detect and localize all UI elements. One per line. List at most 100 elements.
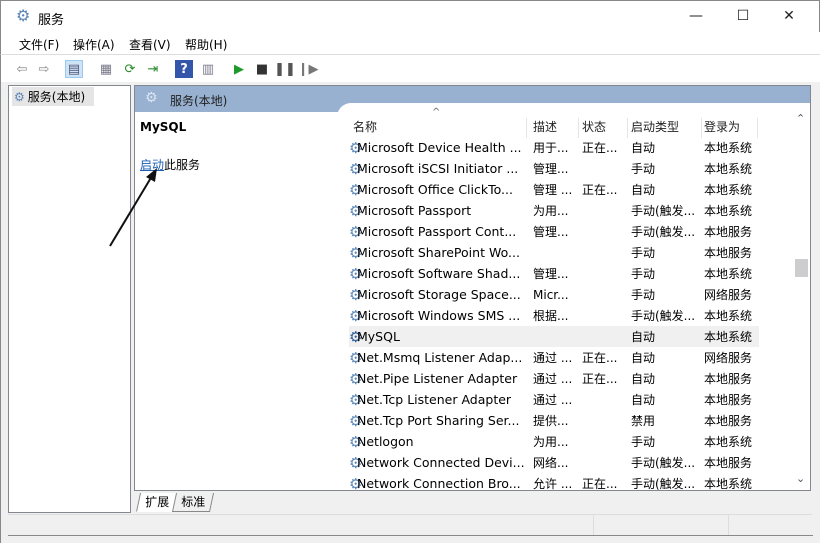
service-row[interactable]: ⚙ Network Connected Devi... 网络... 手动(触发... 本… <box>349 452 759 473</box>
service-logon-as: 网络服务 <box>704 288 753 302</box>
scrollbar-thumb[interactable] <box>795 259 808 277</box>
column-header-status[interactable]: 状态 <box>580 118 628 138</box>
console-icon[interactable]: ▥ <box>199 60 217 78</box>
annotation-arrow <box>109 168 157 247</box>
close-button[interactable]: ✕ <box>766 1 812 31</box>
service-name: Microsoft Windows SMS ... <box>357 308 521 323</box>
column-header-name[interactable]: 名称 <box>351 118 527 138</box>
menu-view[interactable]: 查看(V) <box>129 36 171 53</box>
minimize-button[interactable]: — <box>673 1 719 31</box>
service-row[interactable]: ⚙ Microsoft Passport Cont... 管理... 手动(触发...… <box>349 221 759 242</box>
properties-icon[interactable]: ▦ <box>97 60 115 78</box>
column-header-startup-type[interactable]: 启动类型 <box>629 118 702 138</box>
scroll-up-icon[interactable]: ⌃ <box>796 112 805 125</box>
service-row[interactable]: ⚙ Microsoft SharePoint Wo... 手动 本地服务 <box>349 242 759 263</box>
menu-file[interactable]: 文件(F) <box>19 36 59 53</box>
service-description: Micr... <box>533 287 569 302</box>
service-row[interactable]: ⚙ Net.Pipe Listener Adapter 通过 ... 正在... 自动本… <box>349 368 759 389</box>
service-row[interactable]: ⚙ Microsoft Passport 为用... 手动(触发... 本地系统 <box>349 200 759 221</box>
service-description: 提供... <box>533 414 569 428</box>
service-startup-type: 手动 <box>631 246 656 260</box>
service-description: 为用... <box>533 435 569 449</box>
service-name: Netlogon <box>357 434 414 449</box>
service-name: Microsoft Passport Cont... <box>357 224 517 239</box>
panel-header-title: 服务(本地) <box>170 94 228 108</box>
services-gear-icon: ⚙ <box>16 6 31 25</box>
service-logon-as: 本地服务 <box>704 414 753 428</box>
service-startup-type: 禁用 <box>631 414 656 428</box>
service-row[interactable]: ⚙ Microsoft Software Shad... 管理... 手动 本地系统 <box>349 263 759 284</box>
stop-icon[interactable]: ■ <box>253 60 271 78</box>
service-logon-as: 本地服务 <box>704 246 753 260</box>
play-icon[interactable]: ▶ <box>230 60 248 78</box>
tab-standard-label: 标准 <box>181 495 206 509</box>
services-list: ^ 名称 描述 状态 启动类型 登录为 ⚙ Microsoft Device He… <box>337 103 810 490</box>
resume-icon[interactable]: ❙▶ <box>298 60 319 78</box>
gear-icon: ⚙ <box>145 90 158 106</box>
service-row[interactable]: ⚙ Netlogon 为用... 手动 本地系统 <box>349 431 759 452</box>
menu-bar: 文件(F) 操作(A) 查看(V) 帮助(H) <box>0 32 820 54</box>
service-row[interactable]: ⚙ Microsoft iSCSI Initiator ... 管理... 手动 本地系… <box>349 158 759 179</box>
service-row[interactable]: ⚙ Microsoft Device Health ... 用于... 正在... 自动… <box>349 137 759 158</box>
tree-item-services-local[interactable]: ⚙ 服务(本地) <box>12 87 94 106</box>
scroll-down-icon[interactable]: ⌄ <box>796 472 805 485</box>
show-tree-icon[interactable]: ▤ <box>65 60 83 78</box>
service-row[interactable]: ⚙ Microsoft Office ClickTo... 管理 ... 正在... 自… <box>349 179 759 200</box>
service-startup-type: 手动(触发... <box>631 456 696 470</box>
service-row[interactable]: ⚙ Microsoft Storage Space... Micr... 手动 网络服务 <box>349 284 759 305</box>
refresh-icon[interactable]: ⟳ <box>121 60 139 78</box>
service-logon-as: 本地系统 <box>704 162 753 176</box>
service-name: Net.Pipe Listener Adapter <box>357 371 518 386</box>
selected-service-name: MySQL <box>140 120 187 134</box>
back-icon[interactable]: ⇦ <box>13 60 31 78</box>
service-row[interactable]: ⚙ Net.Tcp Listener Adapter 通过 ... 自动 本地服务 <box>349 389 759 410</box>
export-icon[interactable]: ⇥ <box>144 60 162 78</box>
service-startup-type: 手动(触发... <box>631 204 696 218</box>
service-logon-as: 本地系统 <box>704 204 753 218</box>
service-description: 用于... <box>533 141 569 155</box>
help-icon[interactable]: ? <box>175 60 193 78</box>
maximize-button[interactable]: ☐ <box>720 1 766 31</box>
vertical-scrollbar[interactable]: ⌃ ⌄ <box>793 112 810 490</box>
column-header-description[interactable]: 描述 <box>531 118 579 138</box>
service-description: 通过 ... <box>533 351 573 365</box>
service-name: Network Connected Devi... <box>357 455 525 470</box>
service-row[interactable]: ⚙ Microsoft Windows SMS ... 根据... 手动(触发... 本… <box>349 305 759 326</box>
menu-help[interactable]: 帮助(H) <box>185 36 227 53</box>
service-status: 正在... <box>582 183 618 197</box>
sort-ascending-icon: ^ <box>432 107 441 118</box>
service-logon-as: 本地服务 <box>704 393 753 407</box>
service-row[interactable]: ⚙ Net.Tcp Port Sharing Ser... 提供... 禁用 本地服务 <box>349 410 759 431</box>
column-header-logon-as[interactable]: 登录为 <box>702 118 758 138</box>
service-name: Net.Msmq Listener Adap... <box>357 350 523 365</box>
service-name: Microsoft Storage Space... <box>357 287 521 302</box>
service-name: Net.Tcp Listener Adapter <box>357 392 512 407</box>
service-description: 为用... <box>533 204 569 218</box>
service-startup-type: 自动 <box>631 372 656 386</box>
status-bar <box>8 514 812 536</box>
service-logon-as: 本地系统 <box>704 435 753 449</box>
service-logon-as: 本地系统 <box>704 267 753 281</box>
forward-icon[interactable]: ⇨ <box>35 60 53 78</box>
window-title: 服务 <box>38 13 65 28</box>
service-startup-type: 手动 <box>631 267 656 281</box>
service-logon-as: 本地系统 <box>704 141 753 155</box>
service-logon-as: 本地服务 <box>704 225 753 239</box>
service-row[interactable]: ⚙ Net.Msmq Listener Adap... 通过 ... 正在... 自动网… <box>349 347 759 368</box>
service-name: Microsoft Software Shad... <box>357 266 521 281</box>
service-logon-as: 本地系统 <box>704 183 753 197</box>
service-row[interactable]: ⚙ MySQL 自动 本地系统 <box>349 326 759 347</box>
pause-icon[interactable]: ❚❚ <box>274 60 296 78</box>
service-startup-type: 自动 <box>631 183 656 197</box>
tree-pane <box>8 85 131 513</box>
service-startup-type: 手动 <box>631 288 656 302</box>
menu-action[interactable]: 操作(A) <box>73 36 115 53</box>
service-logon-as: 本地系统 <box>704 477 753 490</box>
tab-standard[interactable]: 标准 <box>171 493 215 512</box>
service-name: Microsoft Passport <box>357 203 472 218</box>
service-description: 允许 ... <box>533 477 573 490</box>
service-startup-type: 自动 <box>631 141 656 155</box>
service-row[interactable]: ⚙ Network Connection Bro... 允许 ... 正在... 手动(… <box>349 473 759 491</box>
service-name: Network Connection Bro... <box>357 476 521 490</box>
service-startup-type: 自动 <box>631 393 656 407</box>
